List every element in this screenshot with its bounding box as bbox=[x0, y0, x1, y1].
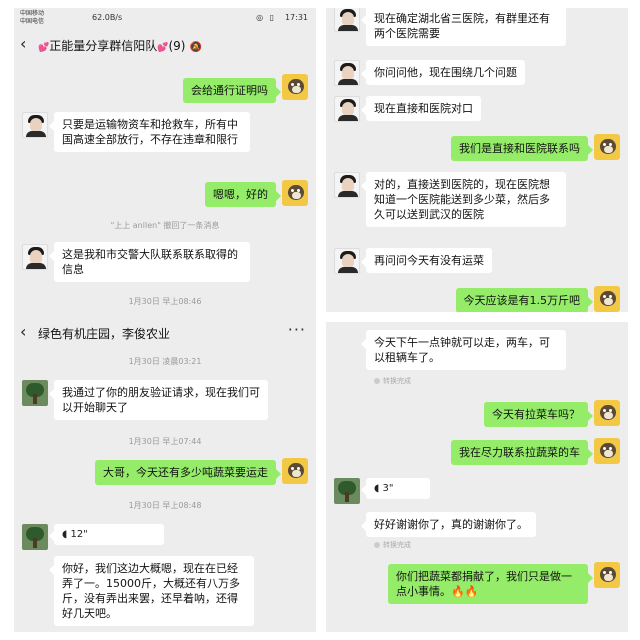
heart-icon: 💕 bbox=[38, 43, 50, 53]
avatar[interactable] bbox=[22, 112, 48, 138]
avatar[interactable] bbox=[334, 248, 360, 274]
convert-note: 转换完成 bbox=[374, 540, 411, 550]
avatar[interactable] bbox=[334, 96, 360, 122]
chat-title: 💕正能量分享群信阳队💕(9) 🔕 bbox=[38, 39, 202, 53]
clock: 17:31 bbox=[284, 13, 308, 22]
avatar[interactable] bbox=[282, 74, 308, 100]
avatar[interactable] bbox=[594, 286, 620, 312]
message-bubble[interactable]: 今天下午一点钟就可以走，两车，可以租辆车了。 bbox=[361, 330, 566, 370]
more-icon[interactable]: ··· bbox=[288, 320, 306, 339]
voice-duration: 3" bbox=[382, 483, 394, 494]
message-bubble[interactable]: 会给通行证明吗 bbox=[183, 78, 281, 103]
avatar[interactable] bbox=[282, 458, 308, 484]
carrier-1: 中国移动 bbox=[20, 10, 45, 17]
check-icon bbox=[374, 378, 380, 384]
avatar[interactable] bbox=[334, 172, 360, 198]
carrier-2: 中国电信 bbox=[20, 18, 45, 25]
avatar[interactable] bbox=[22, 524, 48, 550]
message-bubble[interactable]: 你们把蔬菜都捐献了，我们只是做一点小事情。🔥🔥 bbox=[388, 564, 593, 604]
chat-panel-4: 今天下午一点钟就可以走，两车，可以租辆车了。 转换完成 今天有拉菜车吗？ 我在尽… bbox=[326, 322, 628, 632]
voice-duration: 12" bbox=[70, 529, 88, 540]
chat-panel-3: ‹ 绿色有机庄园，李俊农业 ··· 1月30日 凌晨03:21 我通过了你的朋友… bbox=[14, 318, 316, 632]
message-bubble[interactable]: 现在确定湖北省三医院，有群里还有两个医院需要 bbox=[361, 8, 566, 46]
message-bubble[interactable]: 我在尽力联系拉蔬菜的车 bbox=[451, 440, 593, 465]
message-bubble[interactable]: 再问问今天有没有运菜 bbox=[361, 248, 492, 273]
status-bar: 中国移动 中国电信 62.0B/s ◎ ▯ 17:31 bbox=[14, 8, 316, 28]
chat-title: 绿色有机庄园，李俊农业 bbox=[38, 327, 171, 341]
avatar[interactable] bbox=[594, 562, 620, 588]
convert-note: 转换完成 bbox=[374, 376, 411, 386]
avatar[interactable] bbox=[594, 400, 620, 426]
heart-icon: 💕 bbox=[157, 43, 169, 53]
member-count: (9) bbox=[168, 39, 186, 53]
chat-header: ‹ 💕正能量分享群信阳队💕(9) 🔕 bbox=[14, 32, 316, 58]
recall-notice: "上上 anllen" 撤回了一条消息 bbox=[110, 221, 220, 230]
message-bubble[interactable]: 对的，直接送到医院的，现在医院想知道一个医院能送到多少菜，然后多久可以送到武汉的… bbox=[361, 172, 566, 227]
mute-icon: 🔕 bbox=[189, 42, 202, 53]
message-bubble[interactable]: 好好谢谢你了，真的谢谢你了。 bbox=[361, 512, 536, 537]
message-bubble[interactable]: 今天应该是有1.5万斤吧 bbox=[455, 288, 593, 312]
message-bubble[interactable]: 只要是运输物资车和抢救车，所有中国高速全部放行，不存在违章和限行 bbox=[49, 112, 250, 152]
avatar[interactable] bbox=[594, 134, 620, 160]
status-icons: ◎ ▯ bbox=[256, 13, 276, 22]
message-bubble[interactable]: 今天有拉菜车吗？ bbox=[484, 402, 593, 427]
timestamp: 1月30日 早上07:44 bbox=[128, 437, 202, 446]
chat-panel-2: 现在确定湖北省三医院，有群里还有两个医院需要 你问问他，现在围绕几个问题 现在直… bbox=[326, 8, 628, 312]
message-bubble[interactable]: 你好，我们这边大概嗯，现在在已经弄了一。15000斤，大概还有八万多斤，没有弄出… bbox=[49, 556, 254, 626]
avatar[interactable] bbox=[334, 8, 360, 32]
back-icon[interactable]: ‹ bbox=[20, 34, 26, 53]
network-speed: 62.0B/s bbox=[92, 13, 123, 22]
avatar[interactable] bbox=[334, 478, 360, 504]
message-bubble[interactable]: 大哥，今天还有多少吨蔬菜要运走 bbox=[95, 460, 281, 485]
timestamp: 1月30日 早上08:48 bbox=[128, 501, 202, 510]
avatar[interactable] bbox=[22, 244, 48, 270]
message-bubble[interactable]: 这是我和市交警大队联系联系取得的信息 bbox=[49, 242, 250, 282]
timestamp: 1月30日 凌晨03:21 bbox=[128, 357, 202, 366]
chat-panel-1: 中国移动 中国电信 62.0B/s ◎ ▯ 17:31 ‹ 💕正能量分享群信阳队… bbox=[14, 8, 316, 320]
chat-header: ‹ 绿色有机庄园，李俊农业 ··· bbox=[14, 320, 316, 346]
avatar[interactable] bbox=[594, 438, 620, 464]
message-bubble[interactable]: 我们是直接和医院联系吗 bbox=[451, 136, 593, 161]
back-icon[interactable]: ‹ bbox=[20, 322, 26, 341]
message-bubble[interactable]: 我通过了你的朋友验证请求，现在我们可以开始聊天了 bbox=[49, 380, 268, 420]
avatar[interactable] bbox=[334, 60, 360, 86]
check-icon bbox=[374, 542, 380, 548]
avatar[interactable] bbox=[22, 380, 48, 406]
message-bubble[interactable]: 现在直接和医院对口 bbox=[361, 96, 481, 121]
timestamp: 1月30日 早上08:46 bbox=[128, 297, 202, 306]
message-bubble[interactable]: 你问问他，现在围绕几个问题 bbox=[361, 60, 525, 85]
avatar[interactable] bbox=[282, 180, 308, 206]
fire-emoji: 🔥🔥 bbox=[451, 585, 479, 598]
voice-message[interactable]: ◖ 12" bbox=[49, 524, 164, 545]
message-bubble[interactable]: 嗯嗯，好的 bbox=[205, 182, 281, 207]
voice-message[interactable]: ◖ 3" bbox=[361, 478, 430, 499]
